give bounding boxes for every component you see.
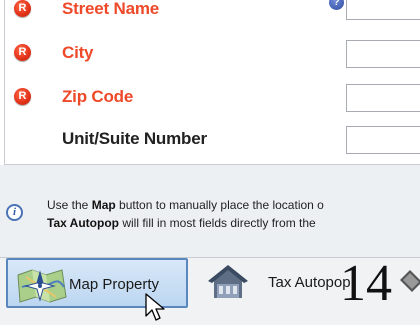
city-label: City <box>62 43 94 62</box>
required-icon: R <box>14 0 31 17</box>
street-name-label: Street Name <box>62 0 160 18</box>
address-form: R Street Name ? R City R Zip Code Unit/S… <box>4 0 420 165</box>
tax-autopop-label: Tax Autopop <box>268 274 351 291</box>
info-icon: i <box>6 204 23 221</box>
info-line-1: Use the Map button to manually place the… <box>47 198 324 212</box>
help-icon[interactable]: ? <box>329 0 344 10</box>
info-text: Use the Map button to manually place the… <box>47 196 420 232</box>
unit-suite-label: Unit/Suite Number <box>62 129 207 148</box>
street-name-row: R Street Name ? <box>5 0 420 30</box>
required-icon: R <box>14 88 31 105</box>
unit-suite-input[interactable] <box>346 126 420 154</box>
map-icon <box>17 269 67 303</box>
mouse-cursor-icon <box>145 293 165 321</box>
unit-suite-row: Unit/Suite Number <box>5 120 420 160</box>
tax-autopop-button[interactable]: Tax Autopop <box>200 258 360 308</box>
street-name-input[interactable] <box>346 0 420 20</box>
required-icon: R <box>14 44 31 61</box>
house-icon <box>208 265 248 298</box>
info-line-2: Tax Autopop will fill in most fields dir… <box>47 216 316 230</box>
city-row: R City <box>5 34 420 74</box>
zip-code-input[interactable] <box>346 84 420 112</box>
tool-icon[interactable] <box>394 266 420 296</box>
zip-code-label: Zip Code <box>62 87 134 106</box>
overlay-number: 14 <box>340 255 392 312</box>
city-input[interactable] <box>346 40 420 68</box>
zip-code-row: R Zip Code <box>5 78 420 118</box>
map-property-label: Map Property <box>69 276 160 293</box>
property-address-panel: R Street Name ? R City R Zip Code Unit/S… <box>0 0 420 325</box>
